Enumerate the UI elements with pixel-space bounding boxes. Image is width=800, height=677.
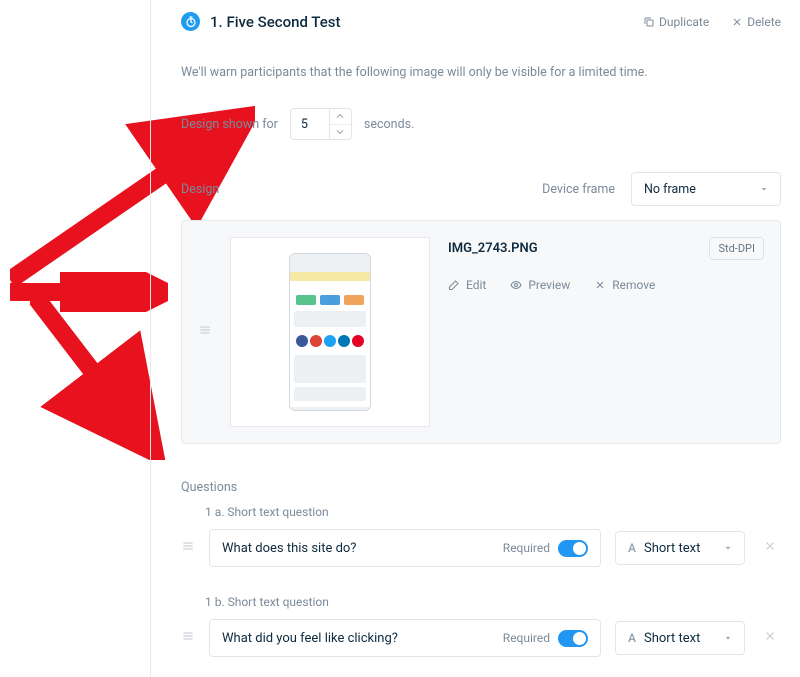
close-icon xyxy=(731,16,743,28)
duration-row: Design shown for 5 seconds. xyxy=(181,108,781,140)
required-label: Required xyxy=(503,631,550,645)
design-thumbnail[interactable] xyxy=(230,237,430,427)
design-filename: IMG_2743.PNG xyxy=(448,241,538,256)
drag-handle[interactable] xyxy=(181,629,195,647)
required-toggle[interactable] xyxy=(558,540,588,557)
duration-pre: Design shown for xyxy=(181,117,278,132)
question-type-select[interactable]: A Short text xyxy=(615,621,745,655)
duplicate-icon xyxy=(643,16,655,28)
duration-input[interactable]: 5 xyxy=(290,108,352,140)
timer-icon xyxy=(181,12,200,31)
duration-post: seconds. xyxy=(364,117,414,132)
drag-handle[interactable] xyxy=(198,323,212,341)
duration-value: 5 xyxy=(291,117,308,132)
question-subheading: 1 b. Short text question xyxy=(205,595,781,609)
phone-mockup xyxy=(289,253,371,411)
required-label: Required xyxy=(503,541,550,555)
device-frame-select[interactable]: No frame xyxy=(631,172,781,206)
question-1b: 1 b. Short text question What did you fe… xyxy=(181,595,781,657)
preview-image-button[interactable]: Preview xyxy=(510,278,570,292)
device-frame-value: No frame xyxy=(644,182,696,197)
question-type-value: Short text xyxy=(644,631,700,646)
help-text: We'll warn participants that the followi… xyxy=(181,65,781,80)
question-type-select[interactable]: A Short text xyxy=(615,531,745,565)
duplicate-button[interactable]: Duplicate xyxy=(643,15,709,29)
section-title: Five Second Test xyxy=(226,13,340,31)
question-subheading: 1 a. Short text question xyxy=(205,505,781,519)
text-type-icon: A xyxy=(628,631,636,645)
delete-question-button[interactable] xyxy=(759,539,781,557)
section-number: 1. xyxy=(210,13,223,31)
dpi-button[interactable]: Std-DPI xyxy=(709,237,764,260)
question-1a: 1 a. Short text question What does this … xyxy=(181,505,781,567)
caret-down-icon xyxy=(722,542,734,554)
question-text: What did you feel like clicking? xyxy=(222,631,398,646)
delete-question-button[interactable] xyxy=(759,629,781,647)
drag-handle[interactable] xyxy=(181,539,195,557)
design-card: IMG_2743.PNG Std-DPI Edit Preview xyxy=(181,220,781,444)
device-frame-label: Device frame xyxy=(542,182,615,197)
design-label: Design xyxy=(181,182,219,197)
question-text-input[interactable]: What did you feel like clicking? Require… xyxy=(209,619,601,657)
text-type-icon: A xyxy=(628,541,636,555)
question-type-value: Short text xyxy=(644,541,700,556)
remove-icon xyxy=(594,279,606,291)
question-text: What does this site do? xyxy=(222,541,356,556)
section-header: 1. Five Second Test Duplicate Delete xyxy=(181,12,781,31)
question-text-input[interactable]: What does this site do? Required xyxy=(209,529,601,567)
caret-down-icon xyxy=(758,183,770,195)
eye-icon xyxy=(510,279,522,291)
close-icon xyxy=(763,629,777,643)
left-gutter xyxy=(0,0,150,677)
decrement-button[interactable] xyxy=(330,124,351,140)
chevron-down-icon xyxy=(334,126,346,138)
remove-image-button[interactable]: Remove xyxy=(594,278,655,292)
caret-down-icon xyxy=(722,632,734,644)
required-toggle[interactable] xyxy=(558,630,588,647)
questions-heading: Questions xyxy=(181,480,781,495)
pencil-icon xyxy=(448,279,460,291)
edit-image-button[interactable]: Edit xyxy=(448,278,486,292)
chevron-up-icon xyxy=(334,110,346,122)
increment-button[interactable] xyxy=(330,109,351,124)
close-icon xyxy=(763,539,777,553)
delete-button[interactable]: Delete xyxy=(731,15,781,29)
